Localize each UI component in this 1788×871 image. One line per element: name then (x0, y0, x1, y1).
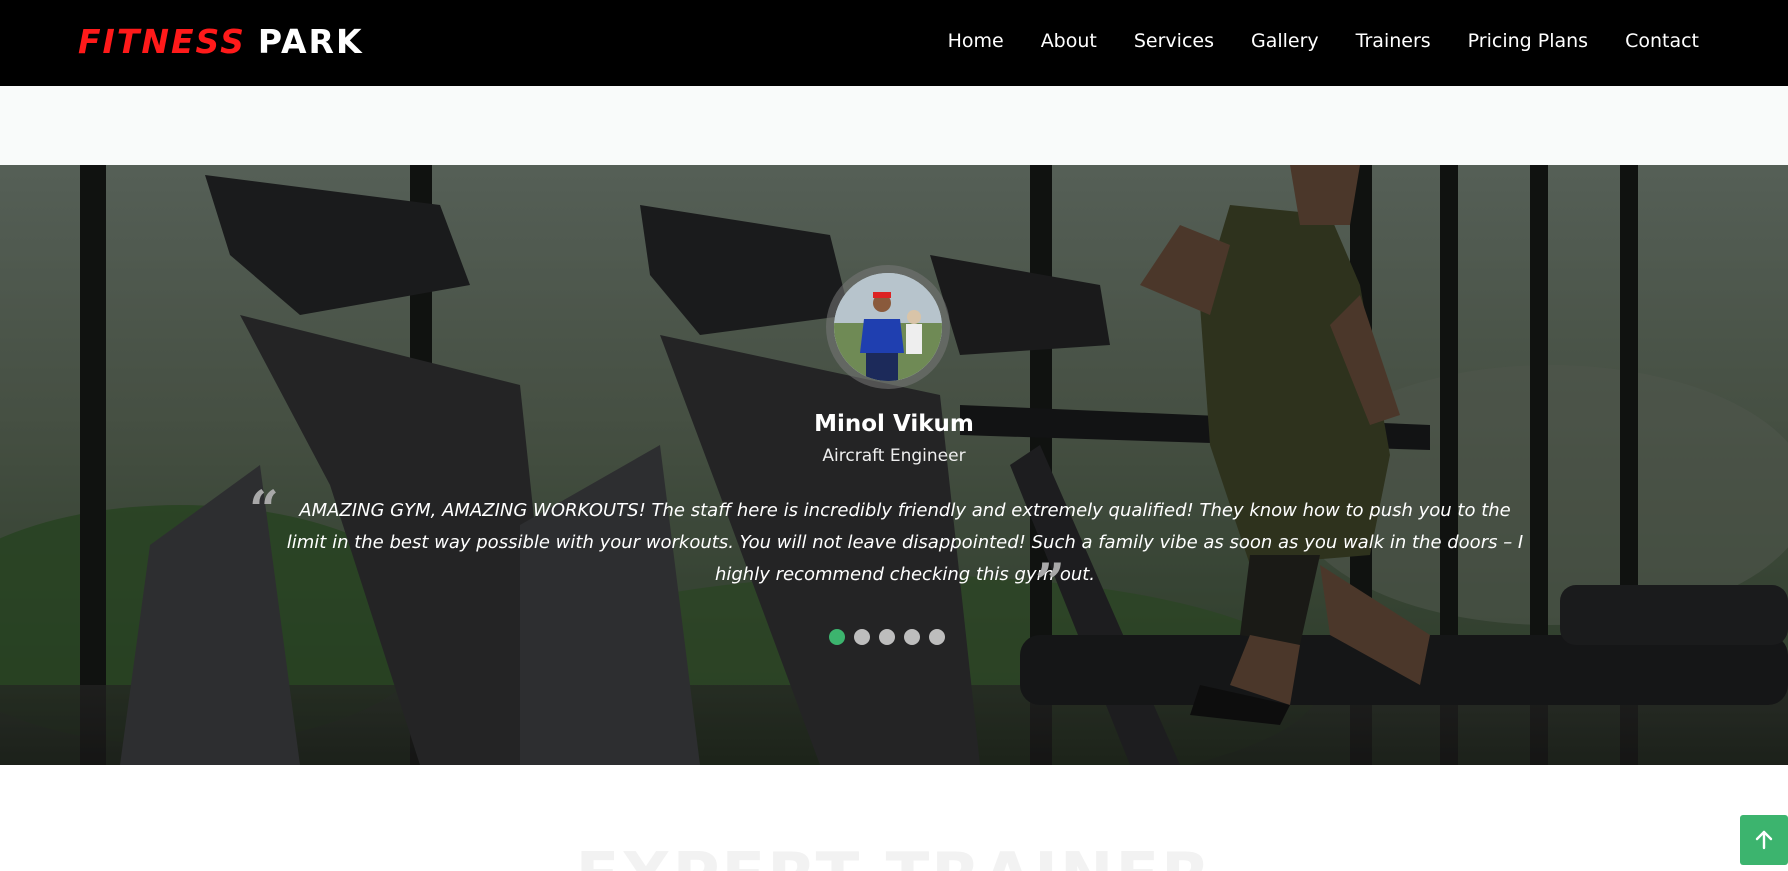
carousel-dot-5[interactable] (929, 629, 945, 645)
avatar-photo (834, 273, 942, 381)
nav-trainers[interactable]: Trainers (1356, 30, 1431, 52)
testimonial-name: Minol Vikum (814, 411, 974, 437)
brand-name-part2: PARK (257, 22, 364, 61)
testimonial-section: Minol Vikum Aircraft Engineer “ AMAZING … (0, 165, 1788, 765)
quote-close-icon: ” (1035, 553, 1065, 614)
brand-logo[interactable]: FITNESS PARK (78, 18, 364, 66)
quote-open-icon: “ (249, 480, 279, 541)
nav-about[interactable]: About (1041, 30, 1097, 52)
nav-services[interactable]: Services (1134, 30, 1214, 52)
carousel-dot-2[interactable] (854, 629, 870, 645)
nav-home[interactable]: Home (948, 30, 1004, 52)
section-heading: EXPERT TRAINER (0, 845, 1788, 871)
avatar-ring (826, 265, 950, 389)
nav-pricing-plans[interactable]: Pricing Plans (1468, 30, 1588, 52)
testimonial-quote: AMAZING GYM, AMAZING WORKOUTS! The staff… (286, 500, 1524, 585)
carousel-dot-4[interactable] (904, 629, 920, 645)
back-to-top-button[interactable] (1740, 815, 1788, 865)
nav-gallery[interactable]: Gallery (1251, 30, 1319, 52)
carousel-dot-1[interactable] (829, 629, 845, 645)
carousel-dots (829, 629, 945, 645)
main-nav: Home About Services Gallery Trainers Pri… (948, 26, 1699, 56)
testimonial-role: Aircraft Engineer (822, 446, 966, 466)
nav-contact[interactable]: Contact (1625, 30, 1699, 52)
brand-name-part1: FITNESS (78, 22, 246, 61)
site-header: FITNESS PARK Home About Services Gallery … (0, 0, 1788, 86)
section-spacer (0, 86, 1788, 165)
carousel-dot-3[interactable] (879, 629, 895, 645)
trainers-section: EXPERT TRAINER (0, 765, 1788, 871)
arrow-up-icon (1755, 830, 1773, 850)
avatar (834, 273, 942, 381)
